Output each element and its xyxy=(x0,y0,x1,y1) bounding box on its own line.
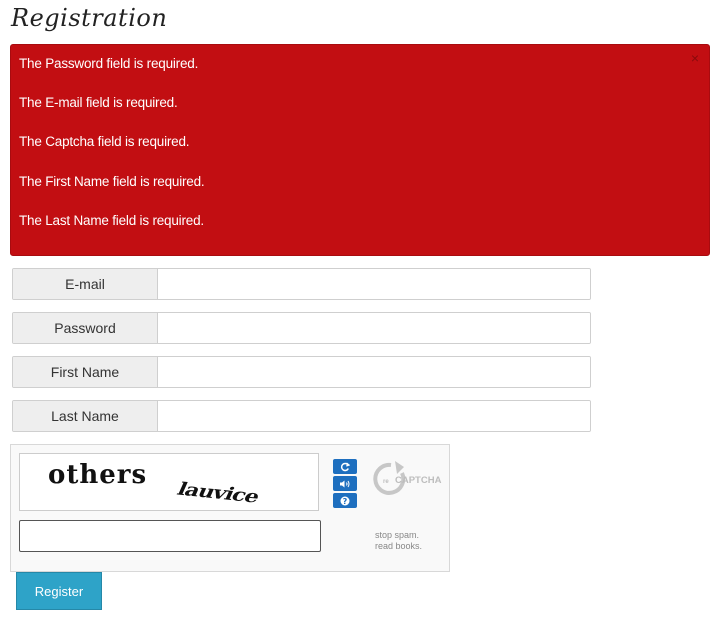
email-label: E-mail xyxy=(13,269,158,299)
captcha-tagline-line: stop spam. xyxy=(375,530,420,540)
refresh-icon[interactable] xyxy=(333,459,357,474)
error-alert: × The Password field is required. The E-… xyxy=(10,44,710,256)
captcha-tagline-line: read books. xyxy=(375,541,423,551)
password-field[interactable] xyxy=(158,313,590,343)
last-name-row: Last Name xyxy=(12,400,591,432)
password-label: Password xyxy=(13,313,158,343)
first-name-row: First Name xyxy=(12,356,591,388)
captcha-word: lauvice xyxy=(173,478,263,508)
svg-text:?: ? xyxy=(343,497,348,506)
password-row: Password xyxy=(12,312,591,344)
help-icon[interactable]: ? xyxy=(333,493,357,508)
error-message: The First Name field is required. xyxy=(19,173,205,189)
recaptcha-logo-text: CAPTCHA xyxy=(395,475,442,486)
audio-icon[interactable] xyxy=(333,476,357,491)
captcha-image: others lauvice xyxy=(19,453,319,511)
captcha-response-input[interactable] xyxy=(19,520,321,552)
recaptcha-logo-prefix: re xyxy=(383,479,389,485)
error-message: The Password field is required. xyxy=(19,56,199,71)
first-name-field[interactable] xyxy=(158,357,590,387)
recaptcha-widget: others lauvice ? re CAPTCHA stop spam. r… xyxy=(10,444,450,572)
error-message: The E-mail field is required. xyxy=(19,95,178,111)
error-message: The Captcha field is required. xyxy=(19,134,190,150)
captcha-tagline: stop spam. read books. xyxy=(375,530,422,552)
error-message: The Last Name field is required. xyxy=(19,212,204,228)
captcha-controls: ? xyxy=(333,459,359,510)
recaptcha-logo: re CAPTCHA xyxy=(371,459,447,499)
first-name-label: First Name xyxy=(13,357,158,387)
register-button[interactable]: Register xyxy=(16,572,102,610)
email-row: E-mail xyxy=(12,268,591,300)
email-field[interactable] xyxy=(158,269,590,299)
captcha-word: others xyxy=(48,460,148,490)
close-icon[interactable]: × xyxy=(691,51,699,65)
last-name-field[interactable] xyxy=(158,401,590,431)
page-title: Registration xyxy=(11,4,168,32)
last-name-label: Last Name xyxy=(13,401,158,431)
